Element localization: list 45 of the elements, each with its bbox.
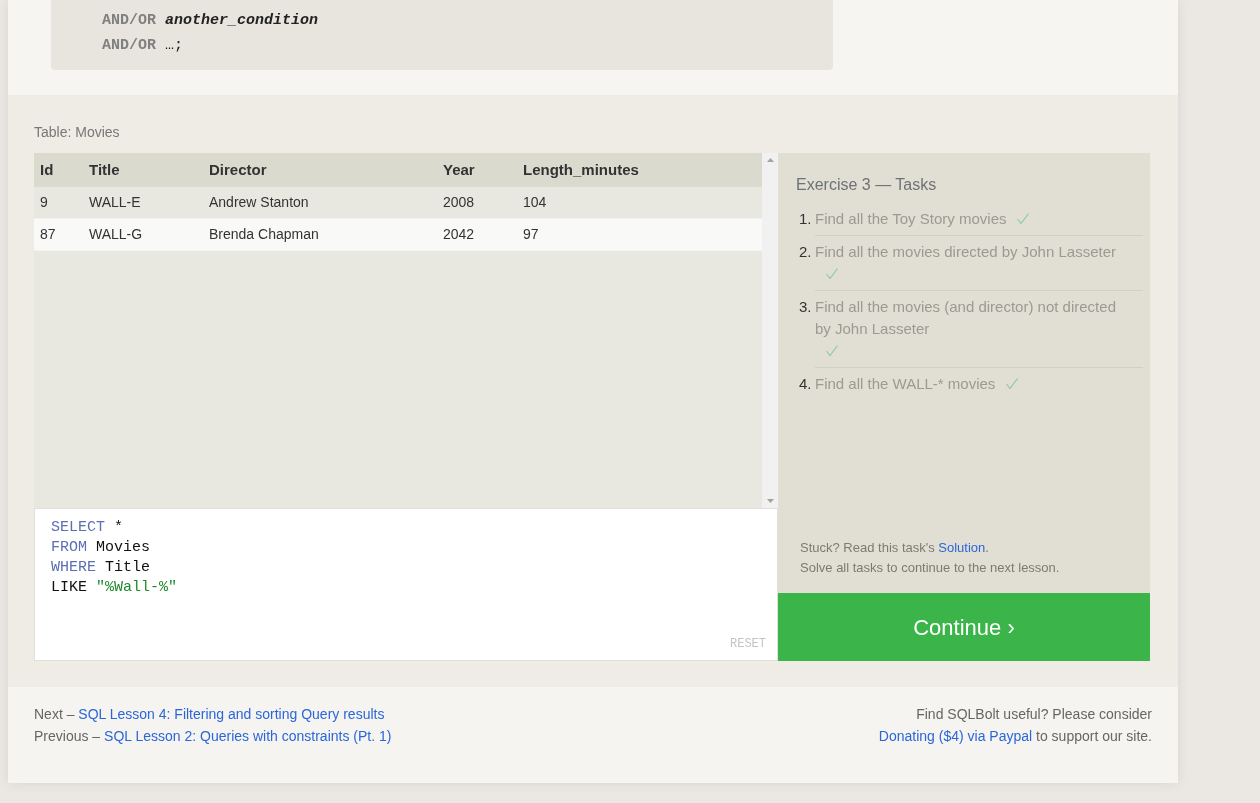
donate-link[interactable]: Donating ($4) via Paypal [878,728,1033,744]
previous-lesson-text: Previous – SQL Lesson 2: Queries with constraints (Pt. 1) [34,727,392,746]
table-cell-text: 104 [522,193,548,212]
next-lesson-link[interactable]: SQL Lesson 4: Filtering and sorting Query results [78,706,385,722]
table-caption: Table: Movies [34,123,120,142]
task-text: Find all the movies (and director) not directed by John Lasseter [815,297,1117,339]
table-cell-text: WALL-G [88,225,144,244]
previous-lesson-link[interactable]: SQL Lesson 2: Queries with constraints (Pt. 1) [104,728,392,744]
table-cell-text: 2008 [442,193,476,212]
code-line: FROM Movies [51,538,151,558]
scroll-up-arrow-icon[interactable] [766,158,774,162]
task-number: 4. [799,374,813,394]
code-line: WHERE Title [51,558,151,578]
column-header: Director [208,159,268,180]
support-text: Donating ($4) via Paypal to support our site. [878,727,1152,746]
support-text: Find SQLBolt useful? Please consider [916,705,1152,724]
hint-text: Stuck? Read this task's Solution. [800,539,989,557]
task-text: Find all the movies directed by John Lasseter [815,242,1116,262]
next-lesson-text: Next – SQL Lesson 4: Filtering and sorting Query results [34,705,385,724]
note-text: Solve all tasks to continue to the next lesson. [800,559,1060,577]
column-header: Year [442,159,476,180]
task-number: 1. [799,209,813,229]
table-cell-text: 2042 [442,225,476,244]
code-line: LIKE "%Wall-%" [51,578,178,598]
sql-editor[interactable]: SELECT * FROM Movies WHERE Title LIKE "%Wall-%" RESET [34,508,778,661]
table-cell-text: Andrew Stanton [208,193,310,212]
code-line: AND/OR …; [102,36,184,56]
table-cell-text: Brenda Chapman [208,225,320,244]
code-line: AND/OR another_condition [102,11,319,31]
table-cell-text: 97 [522,225,540,244]
table-cell-text: 87 [39,225,57,244]
tasks-title: Exercise 3 — Tasks [796,175,937,195]
task-number: 3. [799,297,813,317]
column-header: Id [39,159,55,180]
column-header: Title [88,159,121,180]
table-cell-text: 9 [39,193,49,212]
task-number: 2. [799,242,813,262]
task-text: Find all the Toy Story movies [815,209,1007,229]
task-text: Find all the WALL-* movies [815,374,996,394]
scrollbar[interactable] [762,153,778,508]
code-line: SELECT * [51,518,124,538]
scroll-down-arrow-icon[interactable] [766,499,774,503]
column-header: Length_minutes [522,159,640,180]
continue-button[interactable]: Continue › [778,593,1150,661]
table-cell-text: WALL-E [88,193,142,212]
